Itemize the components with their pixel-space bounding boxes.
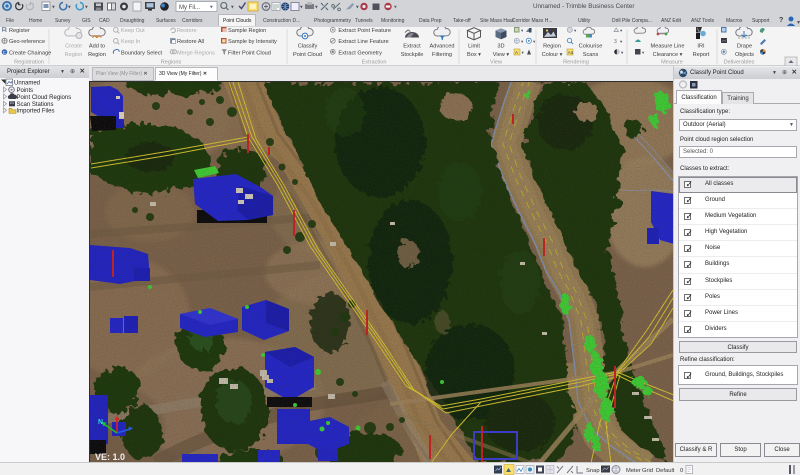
svg-text:▾: ▾ [574,28,577,33]
svg-text:Grid: Grid [642,468,653,474]
svg-text:▾: ▾ [68,5,71,11]
svg-text:Limit: Limit [468,44,480,50]
svg-text:Register: Register [9,28,30,34]
svg-text:Restore: Restore [177,28,197,34]
svg-text:Measure: Measure [661,60,683,66]
svg-text:▾: ▾ [620,28,623,33]
svg-text:Box ▾: Box ▾ [467,52,481,58]
svg-text:Create: Create [65,44,82,50]
svg-text:View: View [490,60,503,66]
svg-text:Points: Points [17,88,34,94]
svg-text:C: C [3,50,6,55]
svg-text:Snap: Snap [586,468,600,474]
svg-text:Add to: Add to [89,44,105,50]
svg-text:View ▾: View ▾ [493,52,510,58]
svg-text:▾: ▾ [300,5,303,11]
svg-text:▾: ▾ [522,50,525,55]
svg-text:IRI: IRI [697,44,705,50]
svg-text:Unnamed: Unnamed [14,81,40,87]
svg-text:0: 0 [680,468,683,474]
svg-text:Region: Region [543,44,561,50]
svg-text:3: 3 [614,39,617,45]
svg-text:Keep In: Keep In [121,39,140,45]
svg-text:▾: ▾ [315,5,318,11]
svg-text:Extract Geometry: Extract Geometry [338,50,382,56]
svg-text:Extract Point Feature: Extract Point Feature [338,28,391,34]
svg-text:▾: ▾ [521,39,524,44]
svg-text:Regions: Regions [161,60,182,66]
svg-text:Sample by Intensity: Sample by Intensity [228,39,277,45]
svg-text:Extract: Extract [403,44,421,50]
svg-text:▾: ▾ [210,5,213,11]
svg-text:3D: 3D [497,44,504,50]
svg-text:▾: ▾ [642,50,645,55]
svg-text:Meter: Meter [626,468,641,474]
svg-text:▾: ▾ [356,5,359,11]
svg-text:Report: Report [693,52,710,58]
svg-text:▾: ▾ [231,5,234,11]
svg-text:Clearance ▾: Clearance ▾ [653,52,683,58]
svg-text:Deliverables: Deliverables [724,60,755,66]
svg-text:Point Cloud Regions: Point Cloud Regions [17,95,72,101]
svg-text:▾: ▾ [52,5,55,11]
svg-text:Keep Out: Keep Out [121,28,145,34]
svg-text:Boundary Select: Boundary Select [121,50,162,56]
svg-text:Classify: Classify [298,44,318,50]
svg-text:▾: ▾ [621,50,624,55]
svg-text:Create Chainage: Create Chainage [9,50,51,56]
svg-text:Filtering: Filtering [432,52,452,58]
svg-text:Restore All: Restore All [177,39,204,45]
svg-text:Measure Line: Measure Line [651,44,685,50]
svg-text:Extraction: Extraction [362,60,387,66]
svg-text:VE: 1.0: VE: 1.0 [95,452,125,462]
svg-text:Extract Line Feature: Extract Line Feature [338,39,388,45]
svg-text:Rendering: Rendering [563,60,589,66]
svg-text:▾: ▾ [620,39,623,44]
svg-text:Scans: Scans [583,52,599,58]
svg-text:▾: ▾ [521,28,524,33]
svg-text:Colour ▾: Colour ▾ [542,52,563,58]
svg-text:Region: Region [88,52,106,58]
svg-text:Objects: Objects [735,52,754,58]
svg-text:▾: ▾ [394,5,397,11]
svg-text:▾: ▾ [85,5,88,11]
svg-text:Sample Region: Sample Region [228,28,266,34]
svg-text:Geo-reference: Geo-reference [9,39,45,45]
svg-text:Registration: Registration [14,60,44,66]
svg-text:Region: Region [65,52,83,58]
svg-text:Merge Regions: Merge Regions [177,50,215,56]
svg-text:Point Cloud: Point Cloud [293,52,322,58]
svg-text:Scan Stations: Scan Stations [17,102,54,108]
svg-text:Default: Default [656,468,675,474]
svg-text:My Fil...: My Fil... [179,5,200,11]
svg-text:Drape: Drape [737,44,752,50]
svg-text:Filter Point Cloud: Filter Point Cloud [228,50,271,56]
svg-text:Advanced: Advanced [430,44,455,50]
svg-text:Imported Files: Imported Files [17,109,55,115]
svg-text:Stockpile: Stockpile [401,52,424,58]
svg-text:A: A [515,50,518,55]
svg-text:Colourise: Colourise [579,44,603,50]
svg-text:N: N [98,419,103,426]
svg-text:Aa: Aa [568,50,574,55]
